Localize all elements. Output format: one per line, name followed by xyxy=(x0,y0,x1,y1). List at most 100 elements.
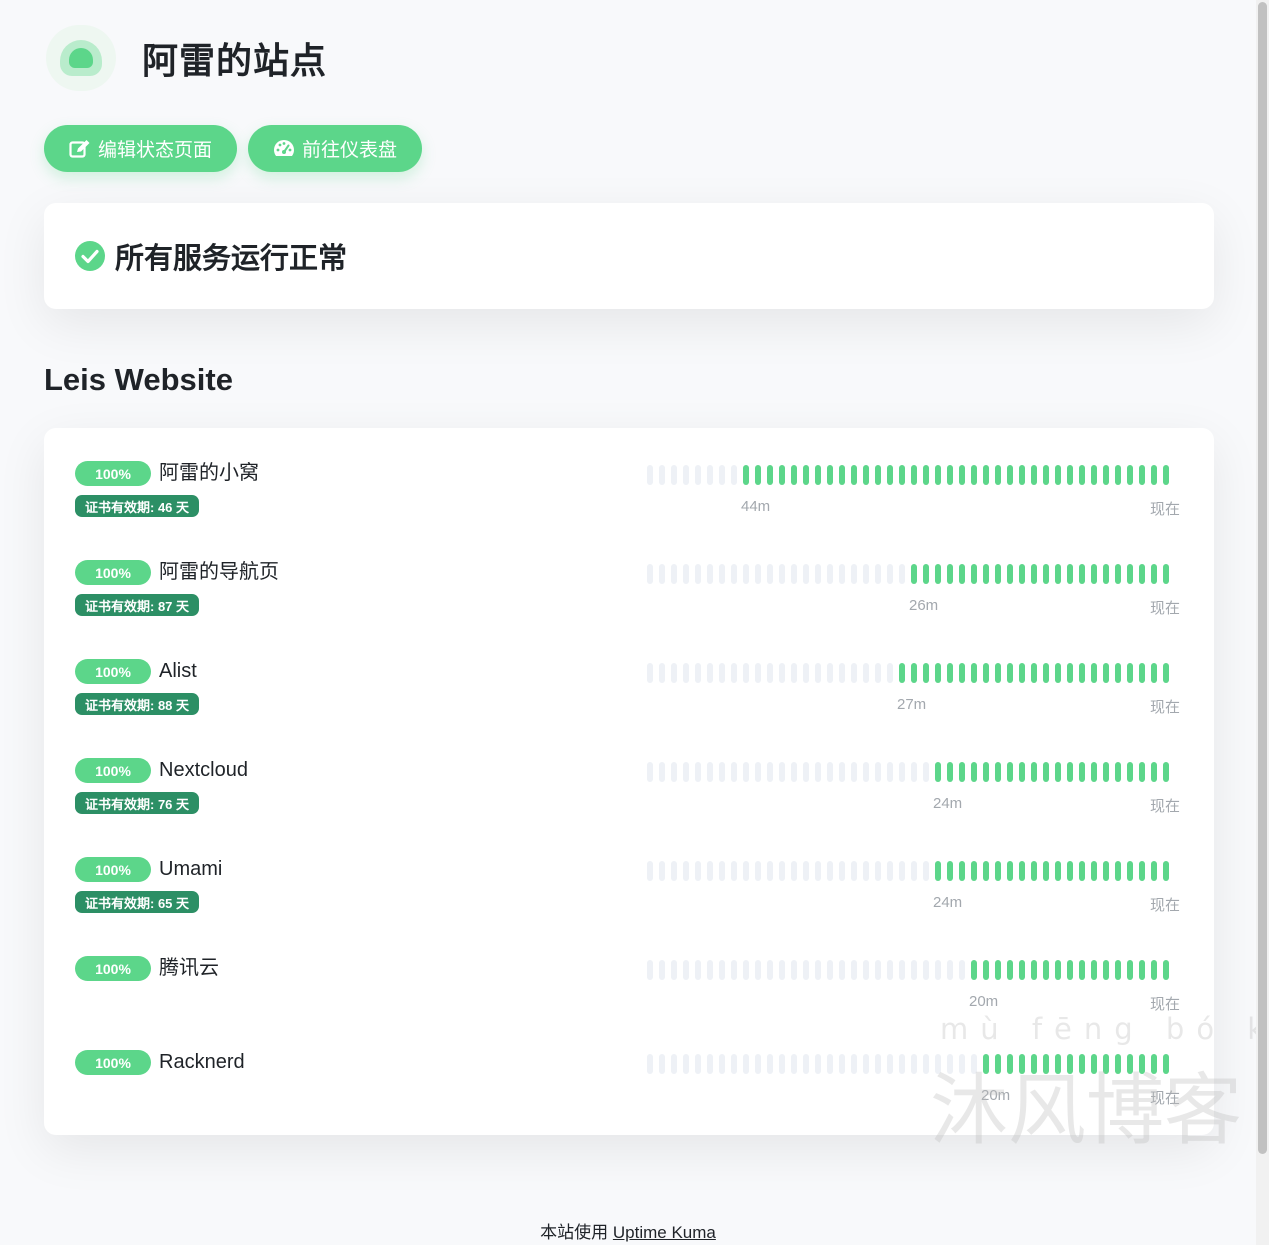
heartbeat-up[interactable] xyxy=(935,564,941,584)
heartbeat-up[interactable] xyxy=(935,762,941,782)
heartbeat-up[interactable] xyxy=(1115,564,1121,584)
heartbeat-up[interactable] xyxy=(1031,1054,1037,1074)
heartbeat-up[interactable] xyxy=(1115,663,1121,683)
scrollbar-thumb[interactable] xyxy=(1258,2,1267,1154)
monitor-row[interactable]: 100% 腾讯云 20m 现在 xyxy=(44,956,1214,1036)
heartbeat-up[interactable] xyxy=(1079,1054,1085,1074)
heartbeat-up[interactable] xyxy=(995,465,1001,485)
monitor-row[interactable]: 100% 阿雷的小窝 证书有效期: 46 天 44m 现在 xyxy=(44,461,1214,541)
heartbeat-up[interactable] xyxy=(1079,861,1085,881)
heartbeat-up[interactable] xyxy=(923,564,929,584)
heartbeat-up[interactable] xyxy=(1151,564,1157,584)
heartbeat-up[interactable] xyxy=(1127,564,1133,584)
heartbeat-up[interactable] xyxy=(1019,564,1025,584)
heartbeat-up[interactable] xyxy=(1007,465,1013,485)
heartbeat-up[interactable] xyxy=(1091,564,1097,584)
heartbeat-up[interactable] xyxy=(1031,465,1037,485)
monitor-name[interactable]: Nextcloud xyxy=(159,758,248,783)
heartbeat-up[interactable] xyxy=(1019,465,1025,485)
heartbeat-up[interactable] xyxy=(971,762,977,782)
monitor-name[interactable]: Racknerd xyxy=(159,1050,245,1075)
heartbeat-up[interactable] xyxy=(1115,465,1121,485)
heartbeat-up[interactable] xyxy=(1007,861,1013,881)
heartbeat-up[interactable] xyxy=(1091,663,1097,683)
heartbeat-up[interactable] xyxy=(899,465,905,485)
heartbeat-up[interactable] xyxy=(1055,465,1061,485)
heartbeat-up[interactable] xyxy=(935,465,941,485)
heartbeat-up[interactable] xyxy=(911,564,917,584)
heartbeat-up[interactable] xyxy=(1043,1054,1049,1074)
heartbeat-up[interactable] xyxy=(923,663,929,683)
monitor-name[interactable]: Umami xyxy=(159,857,222,882)
heartbeat-up[interactable] xyxy=(959,861,965,881)
heartbeat-up[interactable] xyxy=(1043,762,1049,782)
heartbeat-up[interactable] xyxy=(1007,960,1013,980)
heartbeat-up[interactable] xyxy=(1043,564,1049,584)
heartbeat-up[interactable] xyxy=(1031,960,1037,980)
heartbeat-up[interactable] xyxy=(1031,663,1037,683)
heartbeat-up[interactable] xyxy=(743,465,749,485)
heartbeat-up[interactable] xyxy=(959,564,965,584)
heartbeat-up[interactable] xyxy=(1127,861,1133,881)
heartbeat-up[interactable] xyxy=(983,1054,989,1074)
heartbeat-up[interactable] xyxy=(947,861,953,881)
heartbeat-up[interactable] xyxy=(1067,861,1073,881)
heartbeat-up[interactable] xyxy=(1127,762,1133,782)
heartbeat-up[interactable] xyxy=(779,465,785,485)
heartbeat-up[interactable] xyxy=(1139,1054,1145,1074)
heartbeat-up[interactable] xyxy=(1163,762,1169,782)
heartbeat-up[interactable] xyxy=(1007,762,1013,782)
heartbeat-up[interactable] xyxy=(995,960,1001,980)
heartbeat-up[interactable] xyxy=(995,564,1001,584)
monitor-row[interactable]: 100% Nextcloud 证书有效期: 76 天 24m 现在 xyxy=(44,758,1214,838)
heartbeat-up[interactable] xyxy=(1091,1054,1097,1074)
monitor-name[interactable]: 腾讯云 xyxy=(159,956,219,981)
monitor-row[interactable]: 100% Umami 证书有效期: 65 天 24m 现在 xyxy=(44,857,1214,937)
heartbeat-up[interactable] xyxy=(1139,861,1145,881)
heartbeat-up[interactable] xyxy=(911,465,917,485)
heartbeat-up[interactable] xyxy=(971,663,977,683)
heartbeat-up[interactable] xyxy=(875,465,881,485)
heartbeat-up[interactable] xyxy=(971,465,977,485)
heartbeat-up[interactable] xyxy=(1019,1054,1025,1074)
heartbeat-up[interactable] xyxy=(983,564,989,584)
heartbeat-up[interactable] xyxy=(1151,663,1157,683)
heartbeat-up[interactable] xyxy=(839,465,845,485)
heartbeat-up[interactable] xyxy=(851,465,857,485)
heartbeat-up[interactable] xyxy=(1139,960,1145,980)
heartbeat-up[interactable] xyxy=(1079,960,1085,980)
heartbeat-up[interactable] xyxy=(1103,762,1109,782)
heartbeat-up[interactable] xyxy=(1043,465,1049,485)
heartbeat-up[interactable] xyxy=(1163,861,1169,881)
heartbeat-up[interactable] xyxy=(1043,663,1049,683)
heartbeat-up[interactable] xyxy=(1067,1054,1073,1074)
heartbeat-up[interactable] xyxy=(1103,663,1109,683)
heartbeat-up[interactable] xyxy=(1103,465,1109,485)
heartbeat-up[interactable] xyxy=(1007,564,1013,584)
heartbeat-up[interactable] xyxy=(1079,564,1085,584)
heartbeat-up[interactable] xyxy=(923,465,929,485)
heartbeat-up[interactable] xyxy=(767,465,773,485)
heartbeat-up[interactable] xyxy=(1055,861,1061,881)
heartbeat-up[interactable] xyxy=(1067,762,1073,782)
heartbeat-up[interactable] xyxy=(1019,762,1025,782)
go-to-dashboard-button[interactable]: 前往仪表盘 xyxy=(248,125,423,172)
heartbeat-up[interactable] xyxy=(1127,960,1133,980)
heartbeat-up[interactable] xyxy=(983,960,989,980)
heartbeat-up[interactable] xyxy=(1019,960,1025,980)
heartbeat-up[interactable] xyxy=(1163,1054,1169,1074)
heartbeat-up[interactable] xyxy=(1127,465,1133,485)
heartbeat-up[interactable] xyxy=(1103,960,1109,980)
heartbeat-up[interactable] xyxy=(1127,663,1133,683)
heartbeat-up[interactable] xyxy=(947,564,953,584)
heartbeat-up[interactable] xyxy=(995,663,1001,683)
heartbeat-up[interactable] xyxy=(1055,1054,1061,1074)
heartbeat-up[interactable] xyxy=(887,465,893,485)
heartbeat-up[interactable] xyxy=(947,663,953,683)
heartbeat-up[interactable] xyxy=(995,1054,1001,1074)
heartbeat-up[interactable] xyxy=(1115,861,1121,881)
heartbeat-up[interactable] xyxy=(995,762,1001,782)
heartbeat-up[interactable] xyxy=(1079,663,1085,683)
heartbeat-up[interactable] xyxy=(1103,1054,1109,1074)
heartbeat-up[interactable] xyxy=(863,465,869,485)
